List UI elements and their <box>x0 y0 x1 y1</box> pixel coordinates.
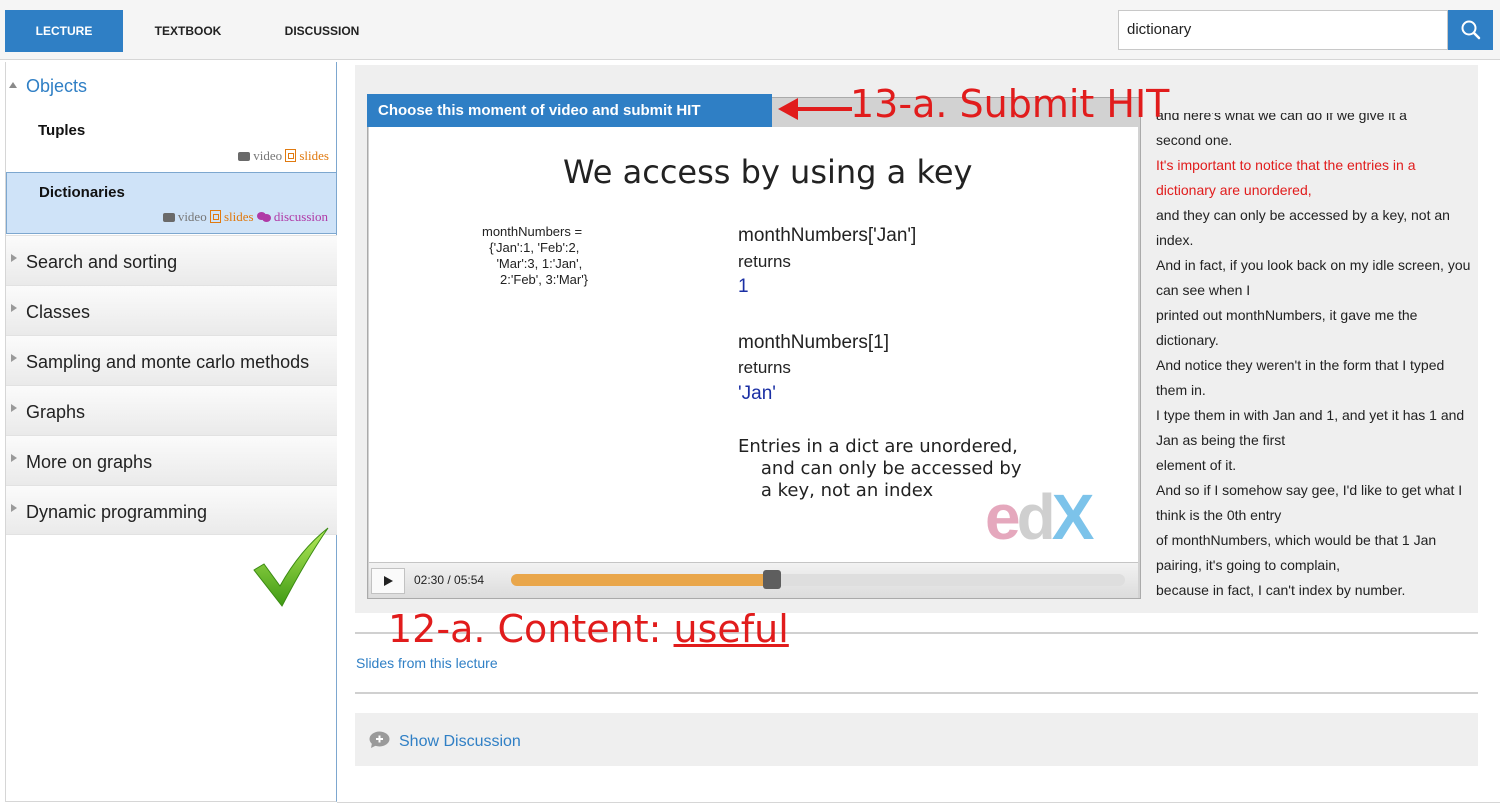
collapsed-triangle-icon <box>11 454 17 462</box>
tab-textbook[interactable]: TEXTBOOK <box>128 10 248 52</box>
chapter-label: Dynamic programming <box>26 502 208 522</box>
slide-value: 'Jan' <box>738 383 776 404</box>
subsection-resources: video slides <box>238 148 329 164</box>
expanded-triangle-icon <box>9 82 17 88</box>
divider <box>355 692 1478 694</box>
slide-title: We access by using a key <box>563 153 973 191</box>
transcript-line[interactable]: second one. <box>1156 128 1476 153</box>
subsection-title: Dictionaries <box>39 184 125 201</box>
slides-link[interactable]: slides <box>299 148 329 163</box>
slide-returns: returns <box>738 252 791 271</box>
slide-returns: returns <box>738 358 791 377</box>
comment-icon <box>369 731 390 748</box>
transcript-line[interactable]: because in fact, I can't index by number… <box>1156 578 1476 603</box>
video-icon <box>162 213 175 222</box>
slide-code: monthNumbers = {'Jan':1, 'Feb':2, 'Mar':… <box>482 224 589 287</box>
show-discussion-link[interactable]: Show Discussion <box>399 733 521 751</box>
collapsed-triangle-icon <box>11 304 17 312</box>
tab-lecture[interactable]: LECTURE <box>5 10 123 52</box>
chapter-search-and-sorting[interactable]: Search and sorting <box>6 235 337 285</box>
edx-logo: edX <box>985 481 1094 553</box>
slide-expression: monthNumbers['Jan'] <box>738 225 917 246</box>
transcript-line[interactable]: And notice they weren't in the form that… <box>1156 353 1476 403</box>
chapter-more-on-graphs[interactable]: More on graphs <box>6 435 337 485</box>
chapter-label: Sampling and monte carlo methods <box>26 352 310 372</box>
collapsed-triangle-icon <box>11 504 17 512</box>
subsection-resources: video slides discussion <box>162 209 328 225</box>
annotation-submit-hit: 13-a. Submit HIT <box>850 82 1170 126</box>
video-link[interactable]: video <box>178 209 207 224</box>
chapter-label: More on graphs <box>26 452 153 472</box>
video-link[interactable]: video <box>253 148 282 163</box>
transcript-line[interactable]: and they can only be accessed by a key, … <box>1156 203 1476 253</box>
annotation-content: 12-a. Content: useful <box>388 607 789 651</box>
tab-discussion[interactable]: DISCUSSION <box>262 10 382 52</box>
collapsed-triangle-icon <box>11 404 17 412</box>
video-progress-bar[interactable] <box>511 574 1125 586</box>
subsection-dictionaries[interactable]: Dictionaries video slides discussion <box>6 172 337 234</box>
video-progress-fill <box>511 574 769 586</box>
chapter-label: Classes <box>26 302 91 322</box>
checkmark-icon <box>253 527 329 607</box>
chapter-label: Graphs <box>26 402 86 422</box>
slide-value: 1 <box>738 276 749 297</box>
chapter-label: Objects <box>26 76 88 96</box>
chapter-label: Search and sorting <box>26 252 178 272</box>
slide-note: Entries in a dict are unordered, and can… <box>738 436 1022 501</box>
chapter-classes[interactable]: Classes <box>6 285 337 335</box>
transcript-line[interactable]: And so if I somehow say gee, I'd like to… <box>1156 478 1476 528</box>
discussion-link[interactable]: discussion <box>274 209 328 224</box>
chapter-sampling[interactable]: Sampling and monte carlo methods <box>6 335 337 385</box>
transcript-line[interactable]: I type them in with Jan and 1, and yet i… <box>1156 403 1476 453</box>
slides-icon <box>209 210 221 223</box>
transcript-line-active[interactable]: It's important to notice that the entrie… <box>1156 153 1476 203</box>
submit-hit-button[interactable]: Choose this moment of video and submit H… <box>367 94 772 127</box>
transcript-panel[interactable]: and here's what we can do if we give it … <box>1156 113 1476 610</box>
search-input[interactable]: dictionary <box>1118 10 1448 50</box>
divider <box>337 802 1500 803</box>
search-icon <box>1461 20 1481 40</box>
slide-expression: monthNumbers[1] <box>738 332 890 353</box>
collapsed-triangle-icon <box>11 354 17 362</box>
subsection-title: Tuples <box>38 122 86 139</box>
transcript-line[interactable]: and here's what we can do if we give it … <box>1156 113 1476 128</box>
show-discussion-bar[interactable] <box>355 713 1478 766</box>
transcript-line[interactable]: element of it. <box>1156 453 1476 478</box>
video-icon <box>238 152 251 161</box>
play-icon <box>384 576 393 586</box>
chapter-graphs[interactable]: Graphs <box>6 385 337 435</box>
course-sidebar: Objects Tuples video slides Dictionaries… <box>5 62 337 802</box>
chapter-objects[interactable]: Objects <box>6 62 337 100</box>
video-scrubber-handle[interactable] <box>763 570 781 589</box>
discussion-icon <box>256 212 271 222</box>
transcript-line[interactable]: printed out monthNumbers, it gave me the… <box>1156 303 1476 353</box>
slides-from-lecture-link[interactable]: Slides from this lecture <box>356 655 498 671</box>
search-button[interactable] <box>1448 10 1493 50</box>
transcript-line[interactable]: And in fact, if you look back on my idle… <box>1156 253 1476 303</box>
arrow-icon <box>778 98 852 120</box>
subsection-tuples[interactable]: Tuples video slides <box>6 112 337 172</box>
transcript-line[interactable]: of monthNumbers, which would be that 1 J… <box>1156 528 1476 578</box>
slides-link[interactable]: slides <box>224 209 254 224</box>
slides-icon <box>285 149 297 162</box>
collapsed-triangle-icon <box>11 254 17 262</box>
video-time: 02:30 / 05:54 <box>414 573 485 587</box>
